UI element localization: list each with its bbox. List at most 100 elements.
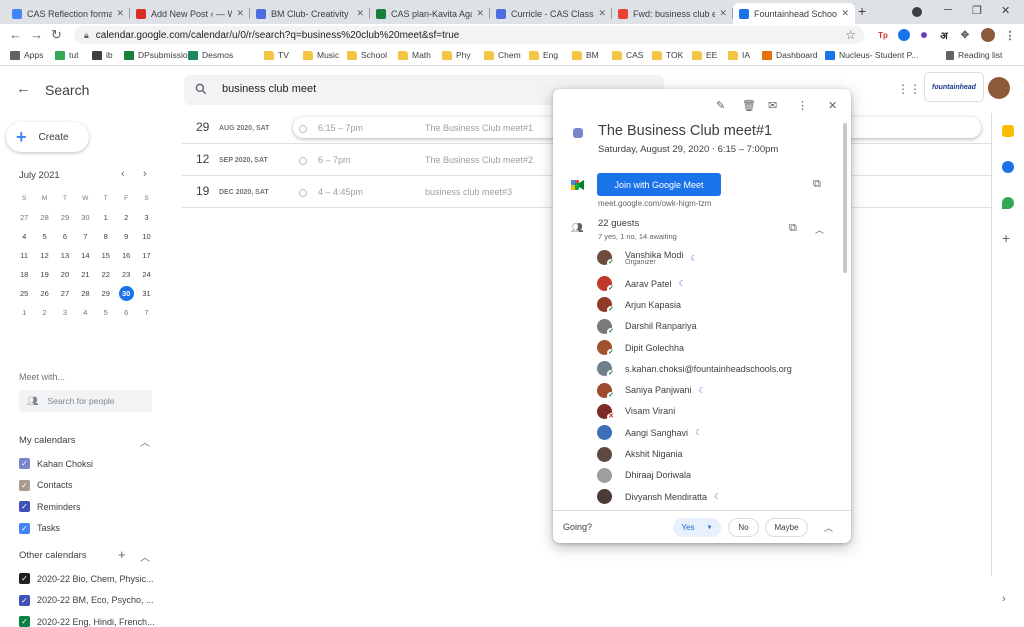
bookmark-item[interactable]: Nucleus- Student P... [825,50,918,60]
maximize-icon[interactable]: ❐ [972,4,982,17]
calendar-day[interactable]: 7 [136,308,156,317]
calendar-day[interactable]: 5 [34,232,54,241]
expand-rsvp-icon[interactable]: ︿ [824,521,833,534]
chevron-up-icon[interactable]: ︿ [140,549,150,564]
close-tab-icon[interactable]: ✕ [598,8,606,19]
guest-item[interactable]: ✓ s.kahan.choksi@fountainheadschools.org [597,358,837,379]
calendar-day[interactable]: 3 [55,308,75,317]
calendar-list-item[interactable]: ✓ Reminders [19,501,81,512]
bookmark-item[interactable]: EE [692,50,717,60]
bookmark-item[interactable]: TOK [652,50,683,60]
browser-tab[interactable]: Fountainhead School ✕ [733,3,855,24]
guest-item[interactable]: ✕ Visam Virani [597,401,837,422]
calendar-day[interactable]: 20 [55,270,75,279]
checkbox-checked-icon[interactable]: ✓ [19,501,30,512]
rsvp-no-button[interactable]: No [728,518,759,537]
extension-tp-icon[interactable]: Tp [877,29,889,41]
checkbox-checked-icon[interactable]: ✓ [19,594,30,606]
bookmark-item[interactable]: Phy [442,50,471,60]
add-addon-icon[interactable]: + [1002,230,1014,246]
calendar-day[interactable]: 23 [116,270,136,279]
extensions-puzzle-icon[interactable]: ✥ [959,29,971,41]
calendar-list-item[interactable]: ✓ Kahan Choksi [19,458,93,469]
keep-icon[interactable] [1002,125,1014,137]
back-icon[interactable]: ← [9,27,22,42]
calendar-day[interactable]: 3 [136,213,156,222]
email-icon[interactable]: ✉ [768,99,777,112]
bookmark-item[interactable]: DPsubmission [124,50,192,60]
my-calendars-title[interactable]: My calendars [19,435,76,446]
calendar-day[interactable]: 11 [14,251,34,260]
tasks-icon[interactable] [1002,161,1014,173]
rsvp-dropdown-icon[interactable]: ▼ [707,525,713,531]
calendar-day[interactable]: 29 [96,289,116,298]
calendar-day[interactable]: 30 [75,213,95,222]
chevron-up-icon[interactable]: ︿ [140,434,150,449]
bookmark-item[interactable]: Dashboard [762,50,818,60]
bookmark-item[interactable]: Music [303,50,339,60]
calendar-day[interactable]: 12 [34,251,54,260]
calendar-day[interactable]: 29 [55,213,75,222]
checkbox-checked-icon[interactable]: ✓ [19,616,30,627]
bookmark-item[interactable]: CAS [612,50,643,60]
bookmark-star-icon[interactable]: ☆ [845,28,856,42]
close-tab-icon[interactable]: ✕ [236,8,244,19]
prev-month-icon[interactable]: ‹ [121,168,125,180]
calendar-day[interactable]: 17 [136,251,156,260]
calendar-day[interactable]: 27 [14,213,34,222]
guest-item[interactable]: ✓ Vanshika Modi ☾ Organizer [597,244,837,273]
browser-tab[interactable]: Add New Post ‹ — W ✕ [130,3,250,24]
calendar-day[interactable]: 25 [14,289,34,298]
guest-item[interactable]: Dhiraaj Doriwala [597,465,837,486]
guest-item[interactable]: Akshit Nigania [597,443,837,464]
close-tab-icon[interactable]: ✕ [116,8,124,19]
checkbox-checked-icon[interactable]: ✓ [19,573,30,584]
other-calendars-title[interactable]: Other calendars [19,550,87,561]
calendar-day[interactable]: 2 [116,213,136,222]
expand-panel-icon[interactable]: › [1002,593,1014,605]
bookmark-item[interactable]: BM [572,50,599,60]
close-tab-icon[interactable]: ✕ [476,8,484,19]
extension-blue-icon[interactable] [898,29,910,41]
calendar-day[interactable]: 2 [34,308,54,317]
checkbox-checked-icon[interactable]: ✓ [19,458,30,469]
profile-avatar[interactable] [981,28,995,42]
calendar-list-item[interactable]: ✓ Tasks [19,522,60,534]
calendar-day-today[interactable]: 30 [116,286,136,301]
browser-tab[interactable]: Fwd: business club ev ✕ [612,3,733,24]
calendar-list-item[interactable]: ✓ 2020-22 BM, Eco, Psycho, ... [19,594,154,606]
calendar-day[interactable]: 16 [116,251,136,260]
calendar-day[interactable]: 5 [96,308,116,317]
calendar-day[interactable]: 15 [96,251,116,260]
reload-icon[interactable]: ↻ [51,27,62,43]
chrome-menu-icon[interactable]: ⋮ [1004,29,1016,42]
copy-guests-icon[interactable]: ⧉ [789,222,797,235]
bookmark-item[interactable]: tut [55,50,78,60]
calendar-list-item[interactable]: ✓ 2020-22 Bio, Chem, Physic... [19,573,154,584]
dialog-scrollbar[interactable] [843,123,847,273]
calendar-day[interactable]: 24 [136,270,156,279]
calendar-day[interactable]: 28 [34,213,54,222]
more-options-icon[interactable]: ⋮ [797,99,808,112]
maps-icon[interactable] [1002,197,1014,209]
bookmark-item[interactable]: Chem [484,50,521,60]
calendar-day[interactable]: 13 [55,251,75,260]
guest-item[interactable]: Divyansh Mendiratta ☾ [597,486,837,507]
calendar-day[interactable]: 10 [136,232,156,241]
guest-item[interactable]: ✓ Saniya Panjwani ☾ [597,379,837,400]
guest-item[interactable]: ✓ Darshil Ranpariya [597,316,837,337]
checkbox-checked-icon[interactable]: ✓ [19,479,30,491]
browser-tab[interactable]: Curricle - CAS Class o ✕ [490,3,612,24]
address-bar[interactable]: 🔒︎ calendar.google.com/calendar/u/0/r/se… [74,26,864,44]
calendar-day[interactable]: 19 [34,270,54,279]
close-icon[interactable]: ✕ [828,99,837,112]
delete-icon[interactable]: 🗑︎ [742,99,756,112]
browser-tab[interactable]: BM Club- Creativity ✕ [250,3,370,24]
close-tab-icon[interactable]: ✕ [841,8,849,19]
calendar-day[interactable]: 18 [14,270,34,279]
copy-icon[interactable]: ⧉ [813,178,821,191]
browser-tab[interactable]: CAS Reflection format ✕ [6,3,130,24]
bookmark-item[interactable]: School [347,50,387,60]
calendar-day[interactable]: 27 [55,289,75,298]
calendar-day[interactable]: 28 [75,289,95,298]
